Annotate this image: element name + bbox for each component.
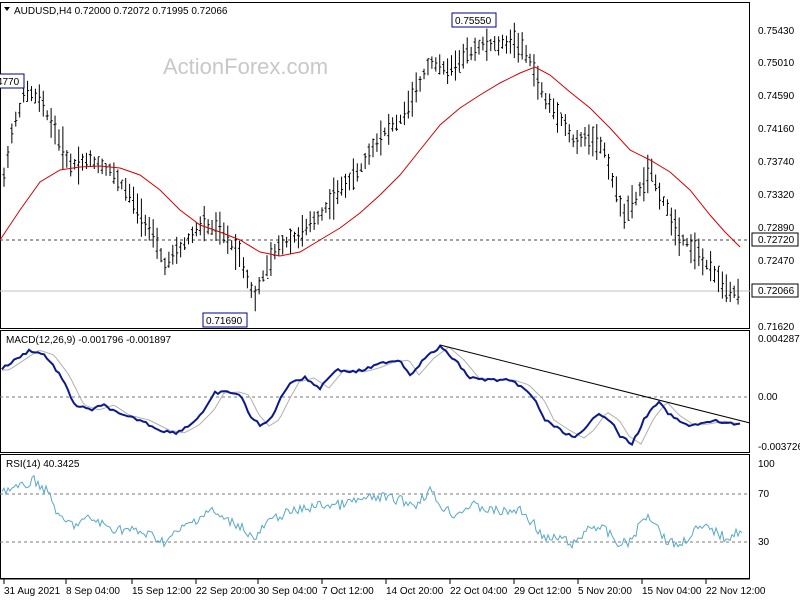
time-axis-tick: 29 Oct 12:00	[514, 586, 572, 597]
forex-chart[interactable]: ActionForex.com AUDUSD,H4 0.72000 0.7207…	[0, 0, 800, 600]
price-axis-tick: 0.74590	[758, 91, 795, 102]
watermark: ActionForex.com	[163, 54, 328, 79]
time-axis-tick: 15 Nov 04:00	[642, 586, 702, 597]
time-axis-tick: 22 Nov 12:00	[706, 586, 766, 597]
price-axis-tick: 0.75010	[758, 58, 795, 69]
macd-axis-tick: 0.00	[758, 392, 778, 403]
price-axis-tick: 0.72890	[758, 223, 795, 234]
time-axis-tick: 22 Oct 04:00	[450, 586, 508, 597]
time-axis-tick: 22 Sep 20:00	[196, 586, 256, 597]
left-annotation: 0.74770	[0, 77, 20, 88]
high-annotation: 0.75550	[455, 16, 492, 27]
time-axis-tick: 15 Sep 12:00	[132, 586, 192, 597]
price-panel-header: AUDUSD,H4 0.72000 0.72072 0.71995 0.7206…	[14, 6, 228, 17]
low-annotation: 0.71690	[206, 316, 243, 327]
time-axis-tick: 30 Sep 04:00	[258, 586, 318, 597]
price-axis-tick: 0.73320	[758, 190, 795, 201]
time-axis-tick: 14 Oct 20:00	[386, 586, 444, 597]
rsi-axis-tick: 100	[758, 459, 775, 470]
price-axis-tick: 0.75430	[758, 26, 795, 37]
chart-background	[0, 0, 800, 600]
time-axis-tick: 7 Oct 12:00	[322, 586, 374, 597]
macd-panel-header: MACD(12,26,9) -0.001796 -0.001897	[6, 335, 172, 346]
price-axis-tick: 0.74160	[758, 124, 795, 135]
time-axis-tick: 5 Nov 20:00	[578, 586, 632, 597]
price-axis-tick: 0.73740	[758, 157, 795, 168]
rsi-panel-header: RSI(14) 40.3425	[6, 459, 80, 470]
time-axis-tick: 8 Sep 04:00	[66, 586, 120, 597]
price-axis-tick: 0.71620	[758, 322, 795, 333]
current-price-label: 0.72066	[758, 286, 795, 297]
time-axis-tick: 31 Aug 2021	[4, 586, 61, 597]
rsi-axis-tick: 30	[758, 537, 770, 548]
rsi-axis-tick: 70	[758, 489, 770, 500]
dashed-level-label: 0.72720	[758, 235, 795, 246]
macd-axis-tick: -0.003726	[758, 442, 800, 453]
price-axis-tick: 0.72470	[758, 256, 795, 267]
macd-axis-tick: 0.004287	[758, 334, 800, 345]
